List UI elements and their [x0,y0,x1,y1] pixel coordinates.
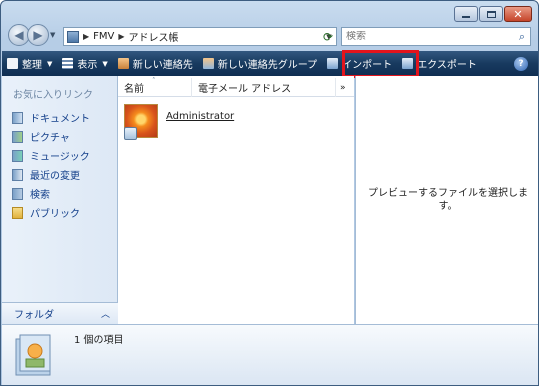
new-contact-button[interactable]: 新しい連絡先 [113,51,198,76]
recent-pages-dropdown[interactable]: ▼ [50,31,60,39]
public-folder-icon [12,206,23,219]
contact-name[interactable]: Administrator [166,111,234,122]
search-box[interactable]: ⌕ [341,27,531,46]
new-contact-label: 新しい連絡先 [132,60,193,71]
nav-item-documents[interactable]: ドキュメント [12,108,90,127]
column-header-email[interactable]: 電子メール アドレス [192,78,336,97]
import-button[interactable]: インポート [322,51,397,76]
column-header-name[interactable]: ˆ 名前 [118,77,192,97]
nav-item-label: ピクチャ [30,133,70,144]
new-contact-group-label: 新しい連絡先グループ [217,60,318,71]
music-icon [12,149,23,162]
contact-badge-icon [124,127,137,140]
forward-button[interactable]: ▶ [27,24,49,46]
export-icon [402,58,414,69]
nav-item-label: パブリック [30,209,80,220]
breadcrumb-separator-icon[interactable]: ▶ [118,32,124,41]
view-label: 表示 [77,60,98,71]
nav-item-label: ドキュメント [30,114,90,125]
chevron-up-icon: ︿ [100,310,110,320]
organize-menu-button[interactable]: 整理 ▼ [2,51,57,76]
navigation-pane: お気に入りリンク ドキュメント ピクチャ ミュージック 最近の変更 検索 パブリ… [2,76,118,324]
folders-label: フォルダ [14,310,54,321]
column-header-row: ˆ 名前 電子メール アドレス » [118,77,354,97]
preview-pane: プレビューするファイルを選択します。 [355,76,538,324]
column-header-email-label: 電子メール アドレス [198,84,292,95]
pictures-icon [12,130,23,143]
searches-icon [12,187,23,200]
close-button[interactable]: ✕ [504,6,532,22]
more-columns-icon: » [340,82,346,93]
navigation-buttons: ◀ ▶ ▼ [8,24,60,46]
nav-item-label: 検索 [30,190,50,201]
command-toolbar: 整理 ▼ 表示 ▼ 新しい連絡先 新しい連絡先グループ インポート エクスポート… [2,51,538,76]
nav-item-public[interactable]: パブリック [12,203,90,222]
contact-avatar [124,104,158,140]
new-contact-group-icon [202,58,214,69]
forward-arrow-icon: ▶ [33,28,43,42]
new-contact-icon [117,58,129,69]
sort-ascending-icon: ˆ [152,77,156,85]
chevron-down-icon: ▼ [47,59,53,68]
search-icon[interactable]: ⌕ [514,30,530,44]
chevron-down-icon: ▼ [102,59,108,68]
help-icon: ? [518,59,524,69]
maximize-button[interactable] [479,6,503,22]
view-icon [62,58,74,69]
nav-item-searches[interactable]: 検索 [12,184,90,203]
preview-message: プレビューするファイルを選択します。 [368,188,528,212]
recent-changes-icon [12,168,23,181]
import-icon [327,58,339,69]
item-count: 1 個の項目 [74,335,124,346]
nav-item-recent-changes[interactable]: 最近の変更 [12,165,90,184]
more-columns-button[interactable]: » [336,78,354,97]
minimize-button[interactable] [454,6,478,22]
export-label: エクスポート [417,60,477,71]
address-book-window: ✕ ◀ ▶ ▼ ▶ FMV ▶ アドレス帳 ▼ ⟳ ⌕ 整理 ▼ 表示 ▼ [0,0,539,386]
view-menu-button[interactable]: 表示 ▼ [57,51,112,76]
close-icon: ✕ [513,7,523,21]
refresh-icon: ⟳ [322,29,334,44]
contacts-folder-icon [15,334,51,376]
search-input[interactable] [346,31,514,42]
import-label: インポート [342,60,393,71]
nav-item-music[interactable]: ミュージック [12,146,90,165]
help-button[interactable]: ? [514,57,528,71]
details-pane: 1 個の項目 [2,324,538,385]
address-bar[interactable]: ▶ FMV ▶ アドレス帳 ▼ [63,27,337,46]
new-contact-group-button[interactable]: 新しい連絡先グループ [198,51,322,76]
organize-icon [7,58,18,69]
breadcrumb-separator-icon[interactable]: ▶ [83,32,89,41]
nav-item-label: ミュージック [30,152,90,163]
back-arrow-icon: ◀ [14,28,24,42]
export-button[interactable]: エクスポート [397,51,482,76]
file-list-pane: ˆ 名前 電子メール アドレス » Administrator [118,76,354,324]
nav-item-label: 最近の変更 [30,171,80,182]
minimize-icon [462,15,470,18]
favorite-links-heading: お気に入りリンク [13,90,93,101]
maximize-icon [486,10,496,18]
refresh-button[interactable]: ⟳ [319,27,337,46]
folders-toggle[interactable]: フォルダ ︿ [2,302,118,324]
nav-item-pictures[interactable]: ピクチャ [12,127,90,146]
documents-icon [12,111,23,124]
breadcrumb-address-book[interactable]: アドレス帳 [129,29,179,44]
favorite-links-list: ドキュメント ピクチャ ミュージック 最近の変更 検索 パブリック [12,108,90,222]
contacts-folder-icon [67,30,79,43]
list-item[interactable]: Administrator [124,104,234,140]
organize-label: 整理 [22,60,42,71]
breadcrumb-fmv[interactable]: FMV [93,31,114,42]
caption-buttons: ✕ [454,6,532,22]
column-header-name-label: 名前 [124,84,144,95]
